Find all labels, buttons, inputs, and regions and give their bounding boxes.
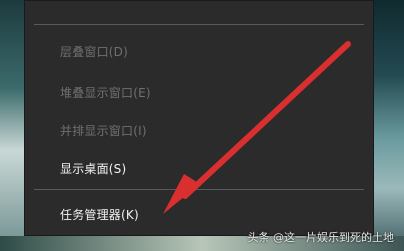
red-arrow-annotation	[163, 41, 351, 214]
arrow-head	[163, 174, 200, 214]
watermark: 头条 @这一片娱乐到死的土地	[247, 231, 395, 244]
arrow-shaft	[182, 41, 351, 199]
